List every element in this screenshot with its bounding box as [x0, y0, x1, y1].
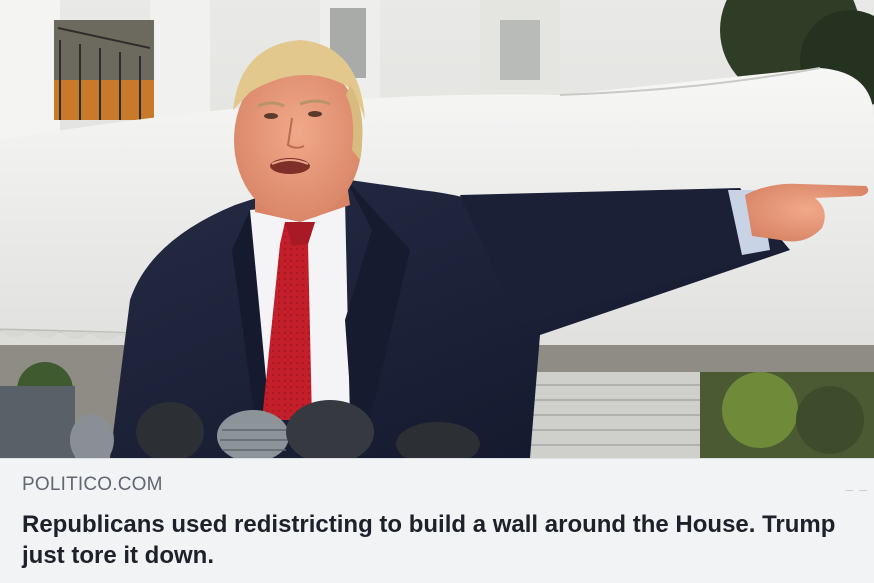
source-domain: POLITICO.COM: [22, 474, 163, 495]
link-preview-image[interactable]: [0, 0, 874, 458]
link-preview-card[interactable]: POLITICO.COM Republicans used redistrict…: [0, 0, 874, 583]
more-options-icon[interactable]: – –: [846, 481, 868, 497]
article-headline[interactable]: Republicans used redistricting to build …: [22, 509, 842, 571]
link-preview-caption[interactable]: POLITICO.COM Republicans used redistrict…: [0, 458, 874, 583]
news-photo: [0, 0, 874, 458]
